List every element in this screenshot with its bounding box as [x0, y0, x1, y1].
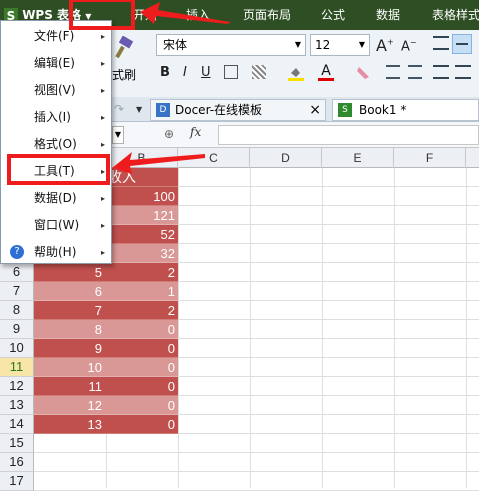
annotation-arrows	[112, 2, 230, 174]
arrow-to-tools-icon	[112, 152, 205, 174]
arrow-to-menu-icon	[140, 2, 230, 24]
